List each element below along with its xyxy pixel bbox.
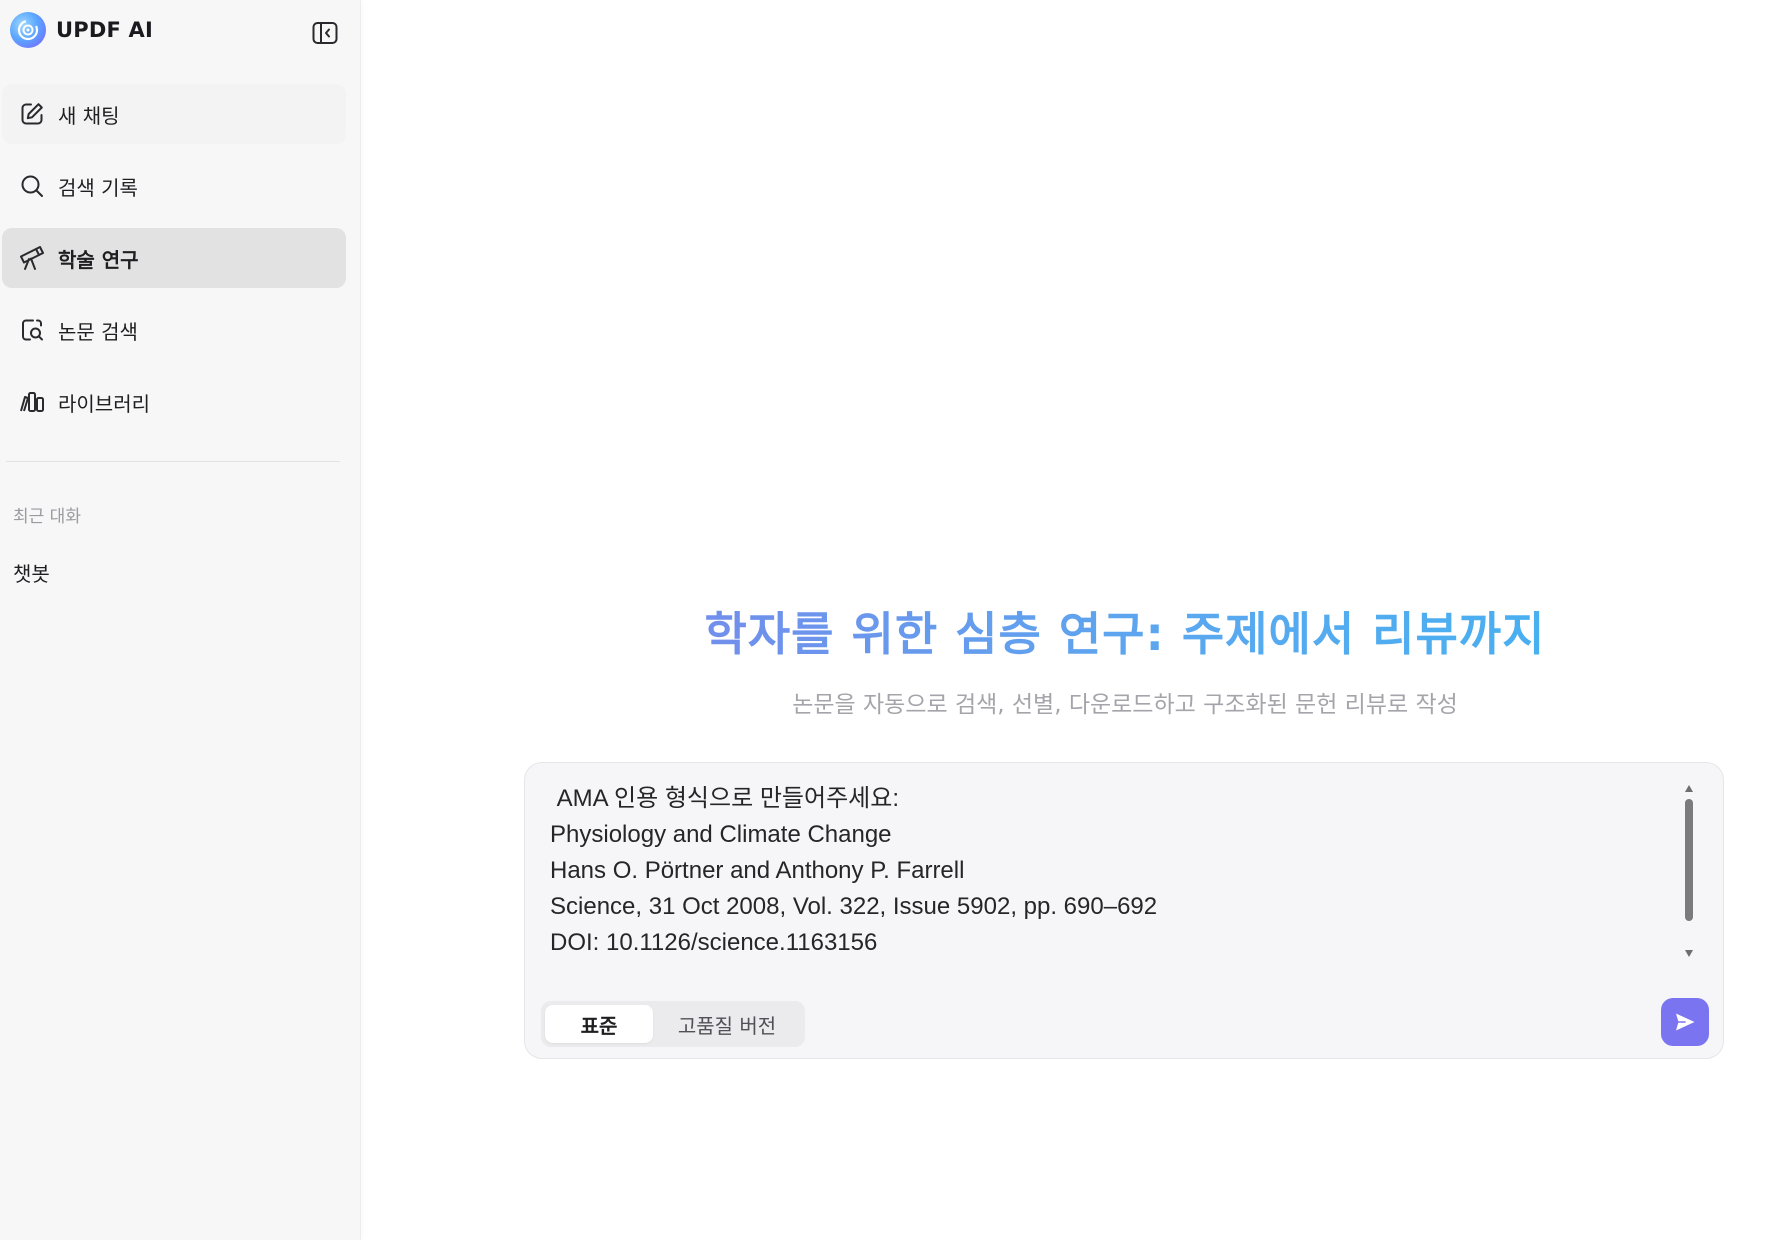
mode-toggle: 표준 고품질 버전	[541, 1001, 805, 1047]
telescope-icon	[18, 244, 46, 272]
library-icon	[18, 388, 46, 416]
send-button[interactable]	[1661, 998, 1709, 1046]
sidebar-item-paper-search[interactable]: 논문 검색	[2, 300, 346, 360]
sidebar-divider	[6, 461, 340, 462]
edit-icon	[18, 100, 46, 128]
scroll-down-arrow-icon[interactable]	[1685, 950, 1693, 957]
sidebar-item-label: 라이브러리	[58, 391, 150, 416]
brand: UPDF AI	[10, 10, 153, 50]
sidebar-item-label: 새 채팅	[58, 103, 120, 128]
prompt-scrollbar[interactable]	[1683, 785, 1695, 957]
sidebar-item-search-history[interactable]: 검색 기록	[2, 156, 346, 216]
prompt-input[interactable]: AMA 인용 형식으로 만들어주세요: Physiology and Clima…	[550, 781, 1670, 961]
page-title: 학자를 위한 심층 연구: 주제에서 리뷰까지	[500, 598, 1750, 664]
prompt-composer: AMA 인용 형식으로 만들어주세요: Physiology and Clima…	[524, 762, 1724, 1059]
recent-conversations-heading: 최근 대화	[13, 507, 81, 527]
app-window: UPDF AI 새 채팅 검색 기록 학술 연구 논문 검색 라이브러리 최근 …	[0, 0, 1765, 1240]
mode-standard-button[interactable]: 표준	[545, 1005, 653, 1043]
scroll-thumb[interactable]	[1685, 799, 1693, 921]
sidebar-item-academic-research[interactable]: 학술 연구	[2, 228, 346, 288]
search-icon	[18, 172, 46, 200]
sidebar-item-label: 학술 연구	[58, 247, 139, 272]
sidebar-item-new-chat[interactable]: 새 채팅	[2, 84, 346, 144]
scroll-up-arrow-icon[interactable]	[1685, 785, 1693, 792]
page-subtitle: 논문을 자동으로 검색, 선별, 다운로드하고 구조화된 문헌 리뷰로 작성	[792, 692, 1458, 718]
document-search-icon	[18, 316, 46, 344]
sidebar-item-library[interactable]: 라이브러리	[2, 372, 346, 432]
sidebar-item-label: 논문 검색	[58, 319, 138, 344]
sidebar-nav: 새 채팅 검색 기록 학술 연구 논문 검색 라이브러리	[0, 84, 348, 444]
send-icon	[1676, 1013, 1695, 1031]
collapse-sidebar-button[interactable]	[311, 19, 339, 47]
mode-high-quality-button[interactable]: 고품질 버전	[653, 1005, 801, 1043]
updf-logo-icon	[10, 12, 46, 48]
sidebar-item-label: 검색 기록	[58, 175, 138, 200]
recent-conversation-item[interactable]: 챗봇	[13, 558, 50, 587]
app-name: UPDF AI	[56, 18, 153, 42]
sidebar: UPDF AI 새 채팅 검색 기록 학술 연구 논문 검색 라이브러리 최근 …	[0, 0, 360, 1240]
sidebar-collapse-icon	[312, 22, 338, 44]
